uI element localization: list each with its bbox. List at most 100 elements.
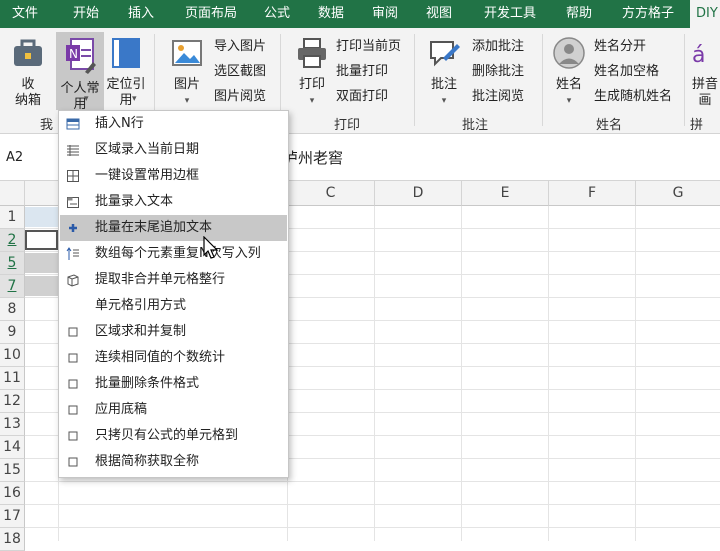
tab-insert[interactable]: 插入 [118, 0, 164, 28]
row-header[interactable]: 15 [0, 459, 25, 482]
chevron-down-icon: ▾ [441, 96, 447, 106]
row-header[interactable]: 2 [0, 229, 25, 252]
row-header[interactable]: 5 [0, 252, 25, 275]
menu-item-delete-conditional-format[interactable]: 批量删除条件格式 [60, 371, 287, 397]
grid-line [635, 206, 636, 541]
row-header[interactable]: 8 [0, 298, 25, 321]
selected-cell[interactable] [25, 276, 58, 296]
row-header[interactable]: 1 [0, 206, 25, 229]
split-name-item[interactable]: 姓名分开 [594, 36, 646, 58]
group-divider [414, 34, 415, 126]
svg-text:á: á [692, 43, 705, 68]
pinyin-button[interactable]: á 拼音 画 [690, 36, 720, 109]
checkbox-icon [68, 405, 78, 415]
group-label-comment: 批注 [462, 118, 489, 133]
column-header[interactable]: D [375, 181, 462, 206]
personal-common-button[interactable]: N 个人常 用 [56, 32, 104, 112]
locate-reference-button[interactable]: 定位引 用 [106, 36, 146, 109]
selected-cell[interactable] [25, 253, 58, 273]
column-header-a[interactable] [25, 181, 59, 206]
group-label-pinyin: 拼 [690, 118, 704, 133]
column-header[interactable]: G [636, 181, 720, 206]
menu-item-extract-unmerged-rows[interactable]: 提取非合并单元格整行 [60, 267, 287, 293]
random-name-item[interactable]: 生成随机姓名 [594, 86, 672, 108]
tab-file[interactable]: 文件 [0, 0, 50, 28]
menu-item-cell-reference-mode[interactable]: 单元格引用方式 [60, 293, 287, 319]
row-header[interactable]: 18 [0, 528, 25, 551]
group-label-name: 姓名 [596, 118, 623, 133]
name-button[interactable]: 姓名 ▾ [550, 36, 588, 109]
delete-comment-item[interactable]: 删除批注 [472, 61, 524, 83]
menu-item-set-borders[interactable]: 一键设置常用边框 [60, 163, 287, 189]
active-cell-a2[interactable] [25, 230, 58, 250]
print-button[interactable]: 打印 ▾ [292, 36, 332, 109]
select-all-corner[interactable] [0, 181, 25, 206]
column-header[interactable]: C [287, 181, 375, 206]
storage-box-button[interactable]: 收 纳箱 [6, 36, 50, 109]
cell-a1[interactable] [25, 207, 58, 227]
menu-item-label: 批量录入文本 [95, 194, 174, 209]
column-header[interactable]: E [462, 181, 549, 206]
picture-browse-item[interactable]: 图片阅览 [214, 86, 266, 108]
menu-item-sum-and-copy[interactable]: 区域求和并复制 [60, 319, 287, 345]
row-header[interactable]: 9 [0, 321, 25, 344]
column-header[interactable]: F [549, 181, 636, 206]
menu-item-insert-n-rows[interactable]: 插入N行 [60, 111, 287, 137]
row-header[interactable]: 16 [0, 482, 25, 505]
add-comment-item[interactable]: 添加批注 [472, 36, 524, 58]
comment-browse-item[interactable]: 批注阅览 [472, 86, 524, 108]
menu-item-label: 应用底稿 [95, 402, 148, 417]
menu-item-label: 一键设置常用边框 [95, 168, 200, 183]
row-header[interactable]: 11 [0, 367, 25, 390]
row-header[interactable]: 17 [0, 505, 25, 528]
name-add-space-item[interactable]: 姓名加空格 [594, 61, 659, 83]
menu-item-count-consecutive[interactable]: 连续相同值的个数统计 [60, 345, 287, 371]
menu-item-batch-enter-text[interactable]: 批量录入文本 [60, 189, 287, 215]
batch-print-item[interactable]: 批量打印 [336, 61, 388, 83]
name-box[interactable]: A2 [6, 150, 23, 165]
duplex-print-item[interactable]: 双面打印 [336, 86, 388, 108]
table-row-icon [66, 118, 80, 130]
svg-text:N: N [69, 47, 78, 61]
formula-content[interactable]: 泸州老窖 [283, 147, 343, 168]
chevron-down-icon: ▾ [84, 94, 89, 104]
tab-developer[interactable]: 开发工具 [472, 0, 548, 28]
list-icon [67, 145, 79, 156]
textbox-icon [67, 197, 79, 208]
menu-item-repeat-array-elements[interactable]: 数组每个元素重复N次写入列 [60, 241, 287, 267]
tab-formulas[interactable]: 公式 [254, 0, 300, 28]
picture-button[interactable]: 图片 ▾ [166, 36, 208, 109]
menu-item-enter-current-date[interactable]: 区域录入当前日期 [60, 137, 287, 163]
tab-help[interactable]: 帮助 [556, 0, 602, 28]
plus-icon [69, 224, 77, 232]
tab-view[interactable]: 视图 [416, 0, 462, 28]
tab-fangfang[interactable]: 方方格子 [610, 0, 686, 28]
menu-item-label: 单元格引用方式 [95, 298, 187, 313]
row-header[interactable]: 10 [0, 344, 25, 367]
menu-item-label: 批量在末尾追加文本 [95, 220, 213, 235]
row-header[interactable]: 13 [0, 413, 25, 436]
tab-page-layout[interactable]: 页面布局 [172, 0, 250, 28]
tab-data[interactable]: 数据 [308, 0, 354, 28]
row-header[interactable]: 7 [0, 275, 25, 298]
row-header[interactable]: 12 [0, 390, 25, 413]
comment-button[interactable]: 批注 ▾ [424, 36, 464, 109]
import-picture-item[interactable]: 导入图片 [214, 36, 266, 58]
group-divider [684, 34, 685, 126]
region-screenshot-item[interactable]: 选区截图 [214, 61, 266, 83]
panel-icon [112, 38, 140, 68]
menu-item-get-full-name[interactable]: 根据简称获取全称 [60, 449, 287, 475]
print-current-page-item[interactable]: 打印当前页 [336, 36, 401, 58]
tab-review[interactable]: 审阅 [362, 0, 408, 28]
personal-common-dropdown: 插入N行 区域录入当前日期 一键设置常用边框 批量录入文本 批量在末尾追加文本 … [58, 110, 289, 478]
comment-label: 批注 [430, 77, 457, 92]
tab-home[interactable]: 开始 [58, 0, 114, 28]
tab-diy-toolbox[interactable]: DIY工具箱 [690, 0, 720, 28]
menu-item-copy-formula-cells[interactable]: 只拷贝有公式的单元格到 [60, 423, 287, 449]
menu-item-label: 插入N行 [95, 116, 144, 131]
menu-item-append-text[interactable]: 批量在末尾追加文本 [60, 215, 287, 241]
ribbon-tab-bar: 文件 开始 插入 页面布局 公式 数据 审阅 视图 开发工具 帮助 方方格子 D… [0, 0, 720, 28]
row-header[interactable]: 14 [0, 436, 25, 459]
grid-line [548, 206, 549, 541]
menu-item-apply-template[interactable]: 应用底稿 [60, 397, 287, 423]
